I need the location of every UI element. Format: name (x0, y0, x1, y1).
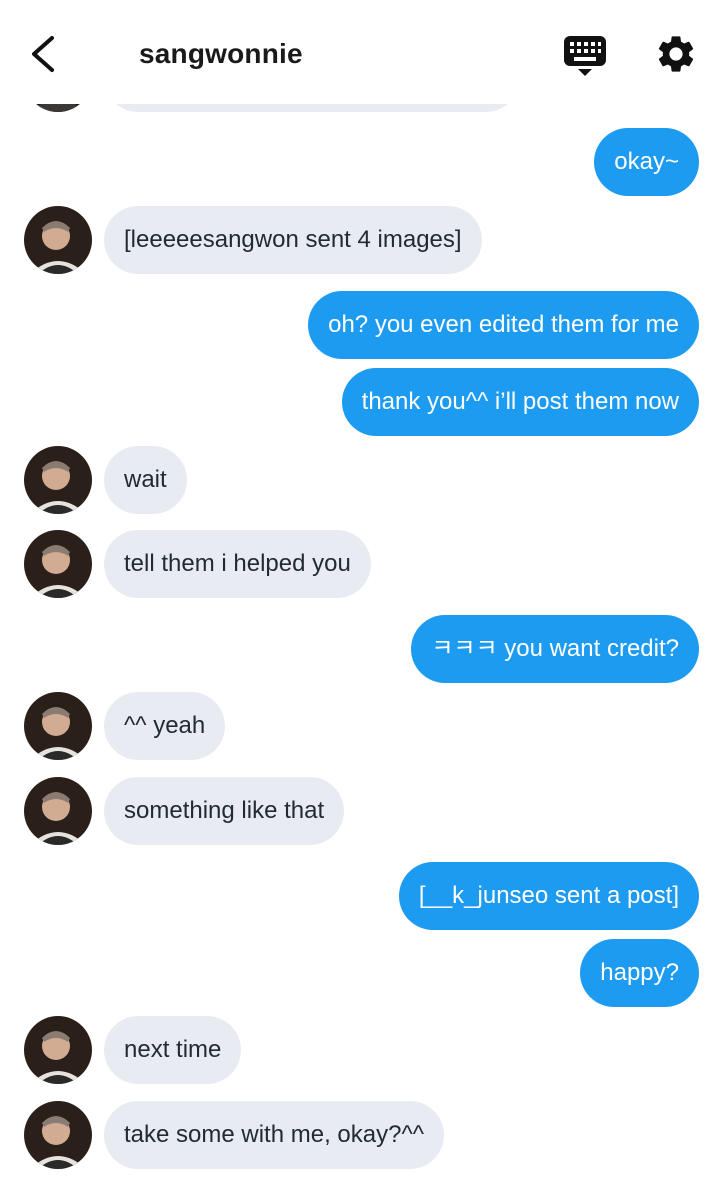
avatar[interactable] (24, 1016, 92, 1084)
gear-icon[interactable] (654, 32, 698, 76)
avatar[interactable] (24, 446, 92, 514)
message-bubble[interactable]: next time (104, 1016, 242, 1084)
message-thread: okay~ [leeeeesangwon sent 4 images] oh? … (0, 0, 723, 1200)
message-bubble[interactable]: something like that (104, 777, 345, 845)
message-bubble[interactable]: okay~ (594, 128, 699, 196)
message-bubble[interactable]: [leeeeesangwon sent 4 images] (104, 206, 482, 274)
keyboard-icon[interactable] (562, 34, 608, 78)
message-bubble[interactable]: take some with me, okay?^^ (104, 1101, 444, 1169)
message-bubble[interactable]: ㅋㅋㅋ you want credit? (411, 615, 699, 683)
message-bubble[interactable]: [__k_junseo sent a post] (398, 862, 699, 930)
message-bubble[interactable]: tell them i helped you (104, 530, 371, 598)
chevron-left-icon[interactable] (24, 34, 64, 74)
message-bubble[interactable]: oh? you even edited them for me (308, 291, 699, 359)
message-bubble[interactable]: happy? (580, 939, 699, 1007)
conversation-title: sangwonnie (139, 38, 303, 69)
message-bubble[interactable]: ^^ yeah (104, 692, 226, 760)
avatar[interactable] (24, 530, 92, 598)
avatar[interactable] (24, 692, 92, 760)
chat-header: sangwonnie (0, 0, 723, 104)
message-bubble[interactable]: wait (104, 446, 187, 514)
avatar[interactable] (24, 206, 92, 274)
message-bubble[interactable]: thank you^^ i’ll post them now (341, 368, 699, 436)
avatar[interactable] (24, 1101, 92, 1169)
avatar[interactable] (24, 777, 92, 845)
